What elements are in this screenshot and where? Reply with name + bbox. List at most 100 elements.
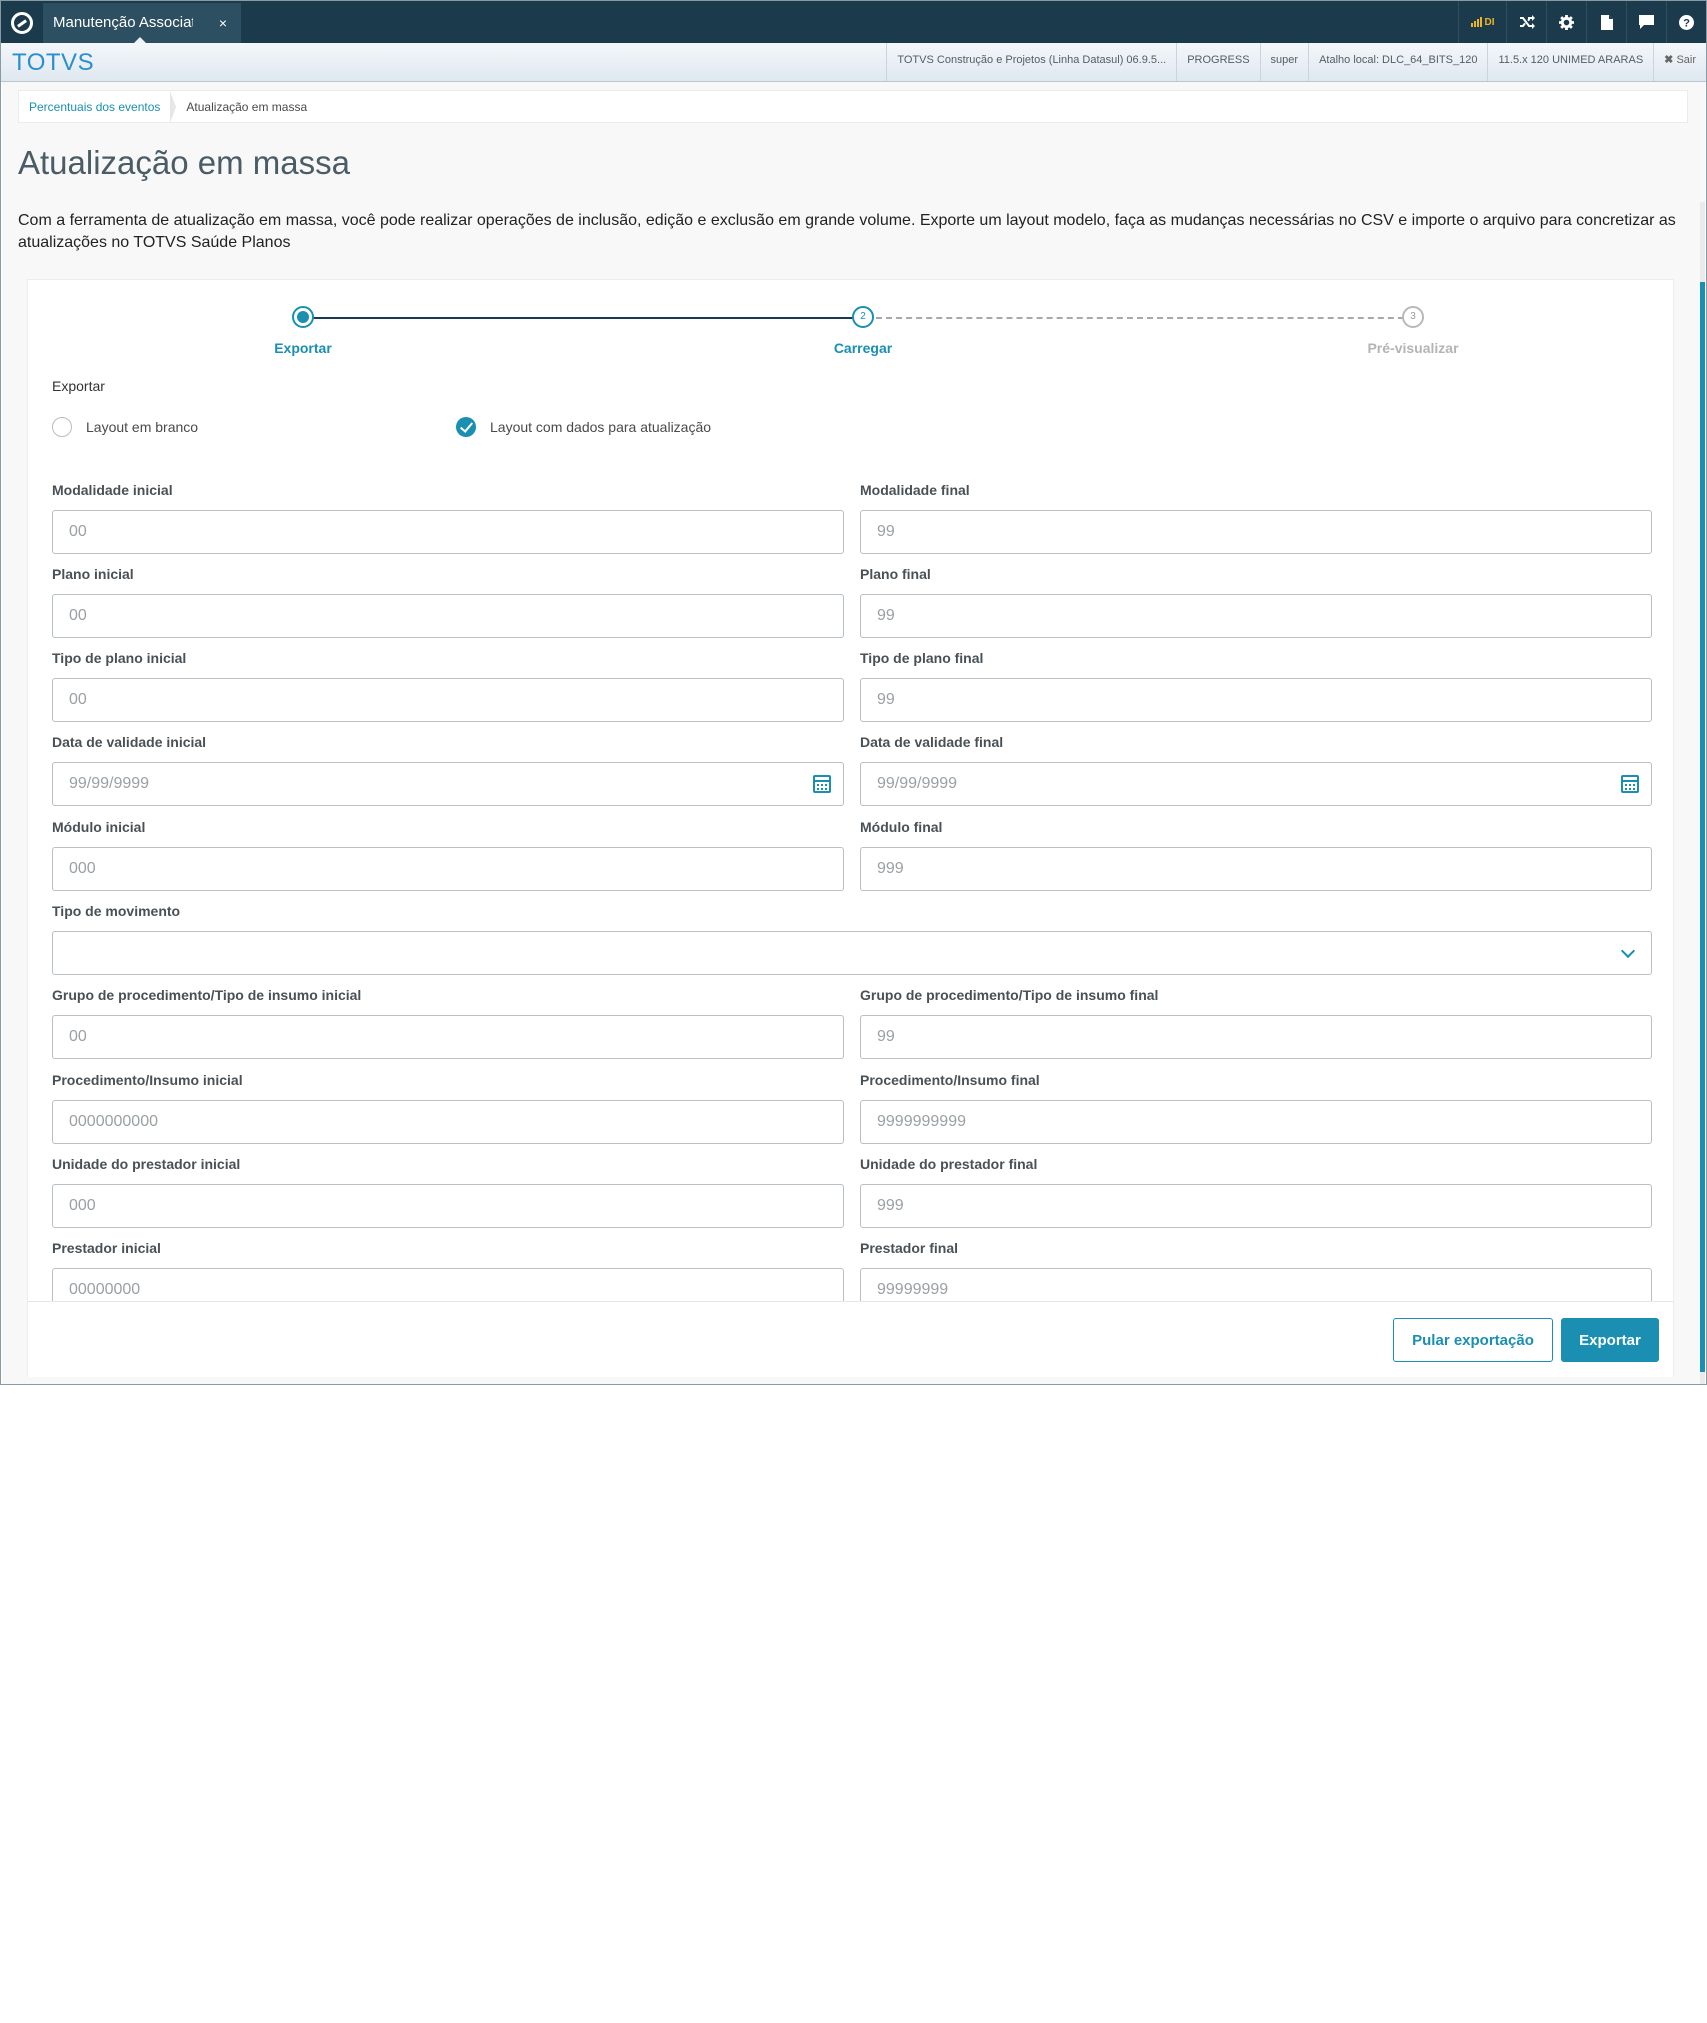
signal-label: DI [1484,16,1495,28]
page-description: Com a ferramenta de atualização em massa… [18,212,1676,251]
field-tipo-movimento: Tipo de movimento [52,901,1652,975]
status-shortcut: Atalho local: DLC_64_BITS_120 [1308,43,1487,81]
radio-unchecked-icon[interactable] [52,417,72,437]
gear-icon[interactable] [1546,1,1586,43]
field-modalidade-final: Modalidade final 99 [860,480,1652,554]
chat-icon[interactable] [1626,1,1666,43]
shuffle-icon[interactable] [1506,1,1546,43]
field-label: Tipo de plano inicial [52,650,187,666]
modalidade-inicial-input[interactable]: 00 [52,510,844,554]
export-section-label: Exportar [52,378,105,394]
calendar-icon[interactable] [1621,775,1639,793]
field-label: Procedimento/Insumo final [860,1072,1040,1088]
field-label: Procedimento/Insumo inicial [52,1072,243,1088]
field-modulo-inicial: Módulo inicial 000 [52,817,844,891]
field-tipo-plano-final: Tipo de plano final 99 [860,648,1652,722]
unidade-prestador-final-input[interactable]: 999 [860,1184,1652,1228]
signal-icon[interactable]: DI [1458,1,1506,43]
app-window: Manutenção Associativ × DI ? TOTVS TOTVS… [0,0,1707,1385]
field-label: Unidade do prestador inicial [52,1156,241,1172]
procedimento-inicial-input[interactable]: 0000000000 [52,1100,844,1144]
logout-button[interactable]: ✖ Sair [1653,43,1706,81]
top-toolbar: DI ? [1458,1,1706,43]
export-button[interactable]: Exportar [1561,1318,1659,1362]
prestador-final-input[interactable]: 99999999 [860,1268,1652,1301]
wizard-footer: Pular exportação Exportar [28,1301,1673,1377]
radio-checked-icon[interactable] [456,417,476,437]
field-procedimento-final: Procedimento/Insumo final 9999999999 [860,1072,1652,1144]
close-icon[interactable]: × [219,3,227,43]
field-label: Data de validade final [860,734,1004,750]
svg-text:?: ? [1683,17,1690,29]
step-1-label[interactable]: Exportar [203,340,403,356]
chevron-down-icon[interactable] [1620,943,1636,959]
field-data-validade-final: Data de validade final 99/99/9999 [860,732,1652,806]
step-2-circle[interactable]: 2 [852,306,874,328]
data-validade-final-input[interactable]: 99/99/9999 [860,762,1652,806]
radio-layout-blank[interactable]: Layout em branco [52,417,198,437]
data-validade-inicial-input[interactable]: 99/99/9999 [52,762,844,806]
field-unidade-prestador-inicial: Unidade do prestador inicial 000 [52,1154,844,1228]
plano-final-input[interactable]: 99 [860,594,1652,638]
close-icon: ✖ [1664,54,1674,66]
status-database: PROGRESS [1176,43,1259,81]
field-plano-inicial: Plano inicial 00 [52,564,844,638]
field-label: Tipo de plano final [860,650,984,666]
field-prestador-inicial: Prestador inicial 00000000 [52,1238,844,1301]
field-label: Grupo de procedimento/Tipo de insumo ini… [52,987,362,1003]
field-label: Prestador inicial [52,1240,161,1256]
field-label: Unidade do prestador final [860,1156,1038,1172]
unidade-prestador-inicial-input[interactable]: 000 [52,1184,844,1228]
field-plano-final: Plano final 99 [860,564,1652,638]
field-prestador-final: Prestador final 99999999 [860,1238,1652,1301]
status-company: 11.5.x 120 UNIMED ARARAS [1487,43,1653,81]
top-bar: Manutenção Associativ × DI ? [1,1,1706,44]
status-bar: TOTVS Construção e Projetos (Linha Datas… [886,43,1706,81]
breadcrumb-current: Atualização em massa [186,99,308,114]
calendar-icon[interactable] [813,775,831,793]
tipo-plano-inicial-input[interactable]: 00 [52,678,844,722]
help-icon[interactable]: ? [1666,1,1706,43]
main-content: Percentuais dos eventos Atualização em m… [2,82,1705,1384]
modulo-final-input[interactable]: 999 [860,847,1652,891]
breadcrumb-link[interactable]: Percentuais dos eventos [19,100,170,114]
totvs-logo-icon[interactable] [11,12,33,34]
modulo-inicial-input[interactable]: 000 [52,847,844,891]
document-icon[interactable] [1586,1,1626,43]
tab-label: Manutenção Associativ [53,14,193,31]
field-label: Módulo inicial [52,819,146,835]
field-label: Data de validade inicial [52,734,207,750]
field-procedimento-inicial: Procedimento/Insumo inicial 0000000000 [52,1072,844,1144]
field-label: Modalidade final [860,482,970,498]
field-tipo-plano-inicial: Tipo de plano inicial 00 [52,648,844,722]
radio-layout-data[interactable]: Layout com dados para atualização [456,417,711,437]
field-grupo-procedimento-inicial: Grupo de procedimento/Tipo de insumo ini… [52,985,844,1059]
step-1-circle[interactable] [292,306,314,328]
tipo-plano-final-input[interactable]: 99 [860,678,1652,722]
prestador-inicial-input[interactable]: 00000000 [52,1268,844,1301]
plano-inicial-input[interactable]: 00 [52,594,844,638]
grupo-procedimento-final-input[interactable]: 99 [860,1015,1652,1059]
field-label: Tipo de movimento [52,903,181,919]
modalidade-final-input[interactable]: 99 [860,510,1652,554]
filter-form: Modalidade inicial 00 Modalidade final 9… [52,480,1654,1072]
step-3-circle[interactable]: 3 [1402,306,1424,328]
scrollbar-thumb[interactable] [1700,282,1705,1372]
brand-logo: TOTVS [12,49,95,76]
field-label: Prestador final [860,1240,959,1256]
stepper-line-todo [876,317,1424,319]
skip-export-button[interactable]: Pular exportação [1393,1318,1553,1362]
grupo-procedimento-inicial-input[interactable]: 00 [52,1015,844,1059]
radio-label: Layout com dados para atualização [490,419,712,435]
page-title: Atualização em massa [18,144,350,181]
field-label: Grupo de procedimento/Tipo de insumo fin… [860,987,1159,1003]
step-2-label[interactable]: Carregar [763,340,963,356]
field-modulo-final: Módulo final 999 [860,817,1652,891]
logout-label: Sair [1676,54,1696,66]
scrollbar[interactable] [1700,202,1705,1384]
tipo-movimento-select[interactable] [52,931,1652,975]
date-placeholder: 99/99/9999 [877,775,958,792]
procedimento-final-input[interactable]: 9999999999 [860,1100,1652,1144]
step-3-label[interactable]: Pré-visualizar [1313,340,1513,356]
field-unidade-prestador-final: Unidade do prestador final 999 [860,1154,1652,1228]
